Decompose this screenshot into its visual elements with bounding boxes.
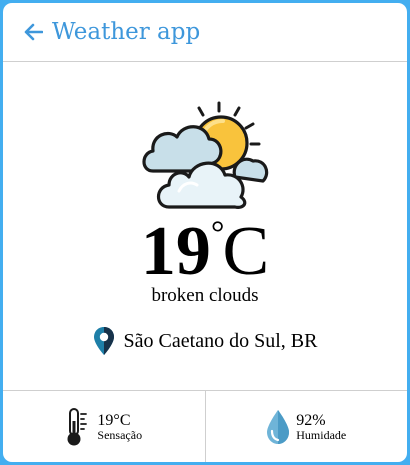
- feels-like-detail: 19°C Sensação: [3, 391, 205, 462]
- details-bar: 19°C Sensação 92% Humidade: [3, 390, 407, 462]
- thermometer-icon: [67, 408, 88, 446]
- humidity-label: Humidade: [296, 428, 347, 443]
- weather-card: Weather app 19°C broken clouds São Caeta…: [3, 3, 407, 462]
- temperature-unit: C: [222, 213, 270, 290]
- temperature: 19°C: [3, 217, 407, 287]
- header: Weather app: [3, 3, 407, 62]
- arrow-left-icon: [24, 23, 43, 41]
- broken-clouds-sun-icon: [142, 101, 269, 209]
- feels-like-label: Sensação: [97, 428, 143, 443]
- back-button[interactable]: [23, 23, 43, 41]
- location: São Caetano do Sul, BR: [3, 326, 407, 356]
- feels-like-value: 19°C: [97, 411, 131, 429]
- humidity-detail: 92% Humidade: [204, 391, 408, 462]
- weather-description: broken clouds: [151, 285, 259, 306]
- map-pin-icon: [93, 327, 114, 355]
- location-text: São Caetano do Sul, BR: [123, 329, 318, 352]
- temperature-value: 19: [140, 213, 211, 290]
- humidity-value: 92%: [296, 411, 326, 429]
- page-title: Weather app: [52, 19, 201, 45]
- water-drop-icon: [267, 410, 290, 444]
